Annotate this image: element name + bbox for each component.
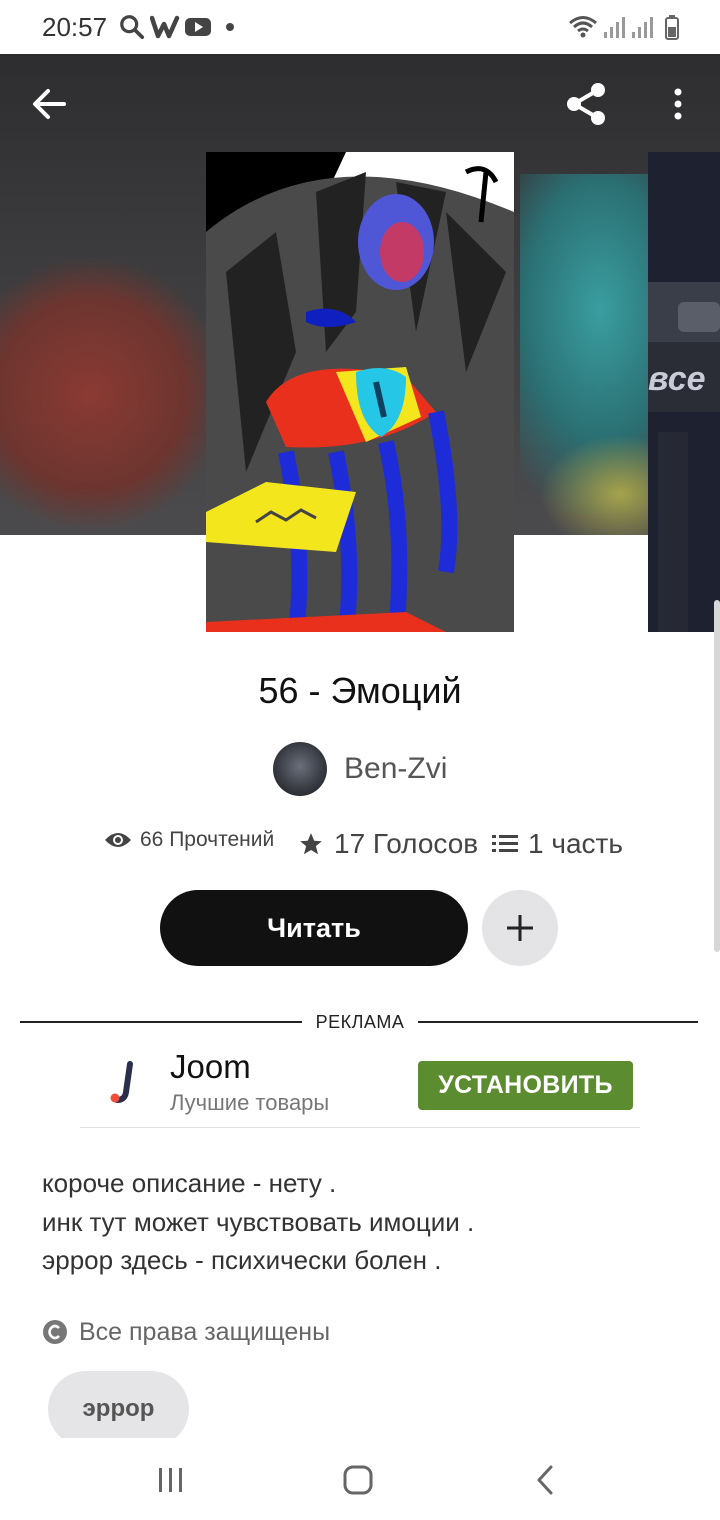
ad-divider-line	[20, 1021, 302, 1023]
ad-label: РЕКЛАМА	[315, 1012, 405, 1032]
eye-icon	[105, 833, 131, 847]
signal-icon	[632, 17, 653, 38]
hero-blur	[0, 254, 220, 534]
stat-votes: 17 Голосов	[298, 828, 478, 860]
back-arrow-icon[interactable]	[30, 84, 70, 124]
author-name[interactable]: Ben-Zvi	[344, 752, 447, 786]
status-bar: 20:57	[0, 0, 720, 54]
star-icon	[300, 833, 322, 855]
ad-divider-line	[418, 1021, 698, 1023]
description-line: короче описание - нету .	[42, 1168, 337, 1198]
stat-reads-label: 66 Прочтений	[140, 828, 275, 851]
recents-icon[interactable]	[156, 1466, 186, 1494]
battery-icon	[665, 15, 679, 40]
stat-reads: 66 Прочтений	[104, 828, 274, 852]
svg-text:все: все	[648, 360, 706, 398]
share-icon[interactable]	[562, 80, 610, 128]
stat-parts-label: 1 часть	[528, 828, 623, 859]
more-vertical-icon[interactable]	[664, 84, 692, 124]
ad-install-button[interactable]: УСТАНОВИТЬ	[418, 1061, 633, 1110]
description-line: эррор здесь - психически болен .	[42, 1245, 442, 1275]
story-title: 56 - Эмоций	[258, 670, 462, 711]
cover-artwork	[206, 152, 514, 632]
stat-parts[interactable]: 1 часть	[492, 828, 623, 860]
plus-icon	[507, 915, 533, 941]
signal-icon	[604, 17, 625, 38]
wifi-icon	[569, 16, 597, 38]
joom-logo-icon[interactable]	[104, 1060, 148, 1108]
search-icon	[120, 15, 145, 40]
list-icon	[492, 835, 518, 852]
next-story-cover[interactable]: все	[648, 152, 720, 632]
wattpad-icon	[150, 15, 180, 39]
youtube-icon	[185, 18, 211, 36]
copyright-text: Все права защищены	[79, 1318, 331, 1346]
description-line: инк тут может чувствовать имоции .	[42, 1207, 475, 1237]
dot-icon	[226, 23, 234, 31]
read-button[interactable]: Читать	[160, 890, 468, 966]
ad-app-name[interactable]: Joom	[170, 1048, 251, 1086]
scroll-indicator[interactable]	[714, 600, 720, 952]
story-cover-image[interactable]	[206, 152, 514, 632]
tag-chip[interactable]: эррор	[48, 1371, 189, 1447]
author-avatar[interactable]	[273, 742, 327, 796]
add-to-library-button[interactable]	[482, 890, 558, 966]
stat-votes-label: 17 Голосов	[334, 828, 479, 859]
ad-app-description: Лучшие товары	[170, 1090, 330, 1115]
home-icon[interactable]	[342, 1464, 374, 1496]
status-time: 20:57	[42, 12, 108, 42]
back-icon[interactable]	[534, 1464, 556, 1496]
copyright-icon	[43, 1320, 67, 1344]
next-cover-artwork: все	[648, 152, 720, 632]
ad-bottom-divider	[80, 1127, 640, 1128]
